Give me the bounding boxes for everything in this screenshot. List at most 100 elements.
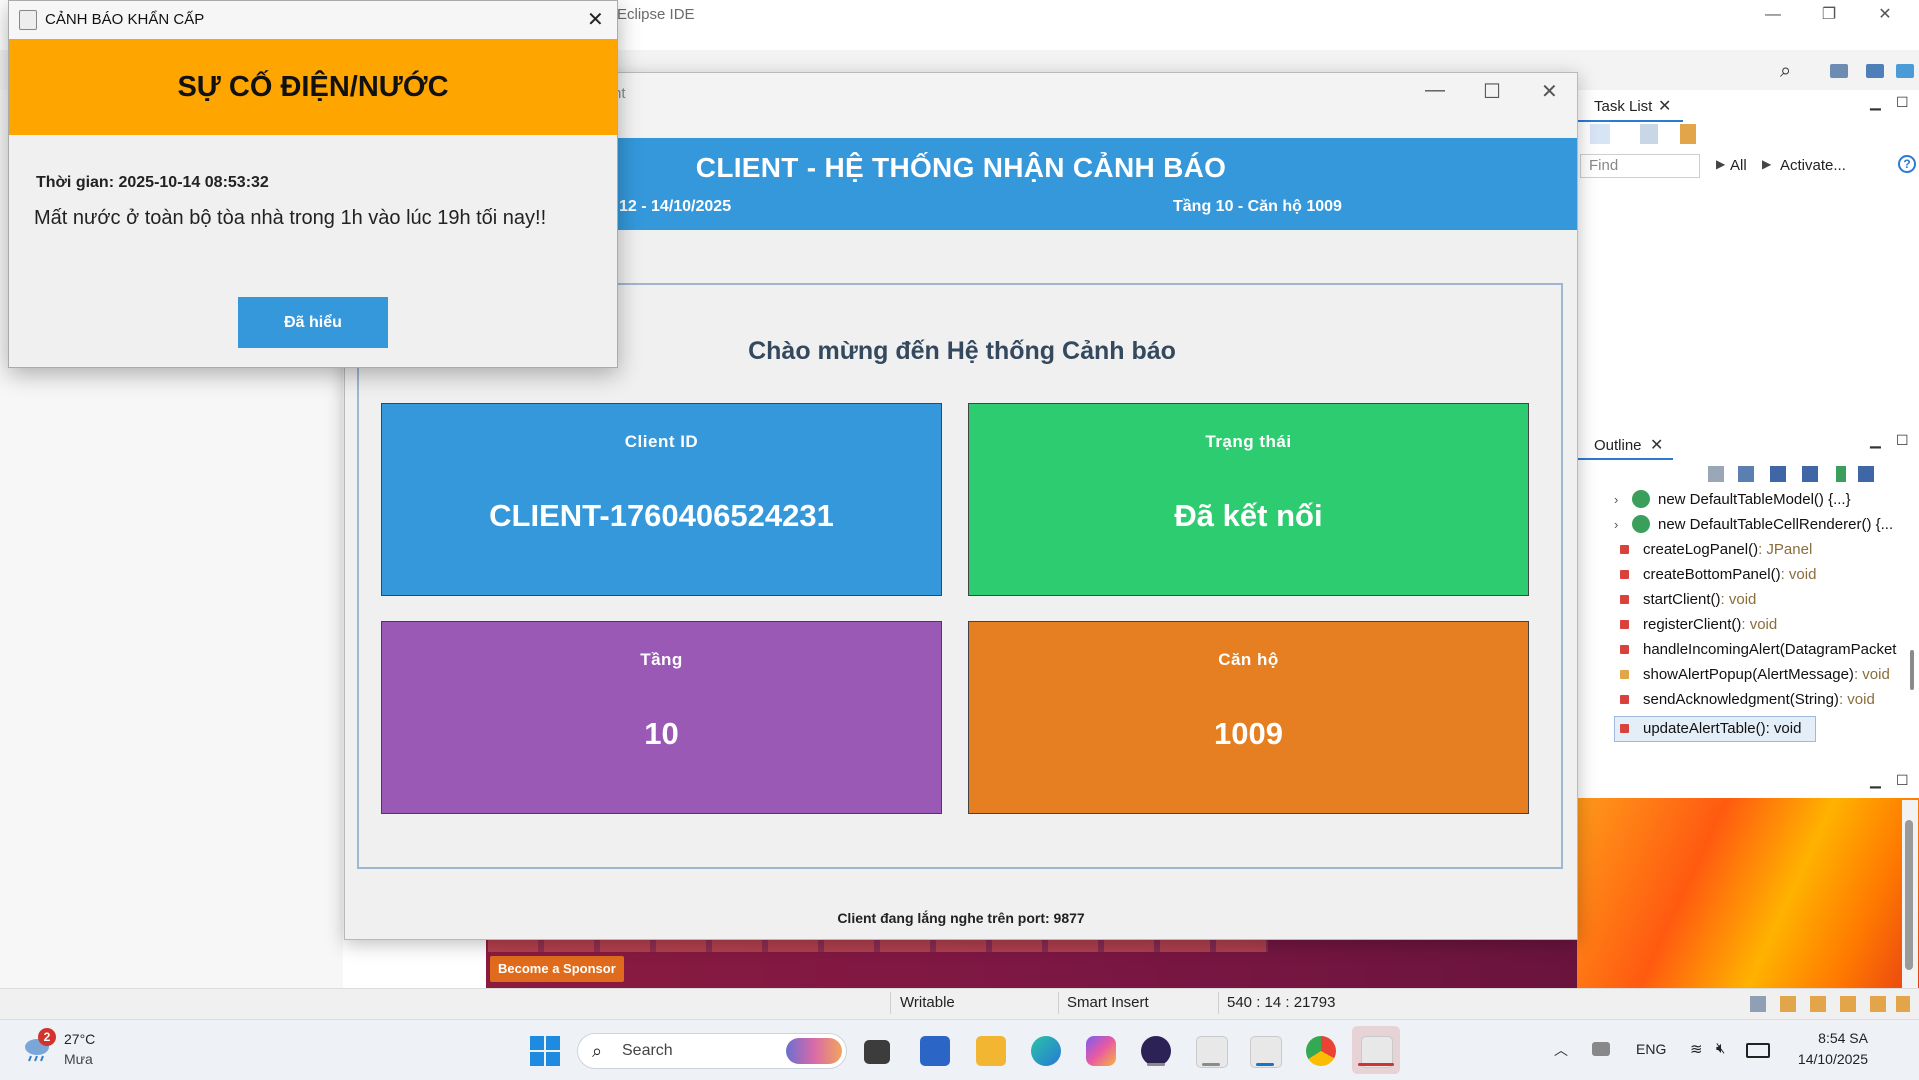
- java-perspective-icon[interactable]: [1866, 64, 1884, 78]
- outline-item[interactable]: startClient() : void: [1620, 587, 1756, 611]
- maximize-view-button[interactable]: ☐: [1896, 94, 1909, 111]
- maximize-view-button[interactable]: ☐: [1896, 432, 1909, 449]
- outline-tab-label: Outline: [1594, 437, 1642, 454]
- status-separator: [890, 992, 891, 1014]
- status-bar: [0, 988, 1919, 1019]
- chevron-up-icon[interactable]: ︿: [1554, 1040, 1568, 1060]
- help-icon[interactable]: ?: [1898, 155, 1916, 173]
- task-list-toolbar: [1590, 124, 1890, 144]
- weather-description[interactable]: Mưa: [64, 1051, 93, 1067]
- card-value: 10: [644, 716, 679, 751]
- client-header-location: Tầng 10 - Căn hộ 1009: [1173, 198, 1342, 215]
- outline-item-return-type: : JPanel: [1758, 540, 1813, 558]
- private-method-icon: [1620, 619, 1629, 629]
- outline-item-label: createBottomPanel(): [1643, 565, 1781, 583]
- outline-item-label: sendAcknowledgment(String): [1643, 690, 1839, 708]
- card-value: Đã kết nối: [1174, 498, 1323, 533]
- clock-time[interactable]: 8:54 SA: [1794, 1030, 1868, 1046]
- private-method-icon: [1620, 544, 1629, 554]
- outline-item[interactable]: handleIncomingAlert(DatagramPacket: [1620, 637, 1896, 661]
- status-card: Trạng thái Đã kết nối: [968, 403, 1529, 596]
- minimize-view-button[interactable]: ▁: [1870, 772, 1881, 789]
- outline-item[interactable]: createBottomPanel() : void: [1620, 562, 1816, 586]
- filter-all-link[interactable]: All: [1730, 157, 1747, 174]
- file-explorer-icon[interactable]: [976, 1036, 1006, 1066]
- outline-item-return-type: : void: [1853, 665, 1890, 683]
- weather-alert-badge: 2: [38, 1028, 56, 1046]
- tray-app-icon[interactable]: [1592, 1042, 1610, 1056]
- apartment-card: Căn hộ 1009: [968, 621, 1529, 814]
- outline-item-selected[interactable]: updateAlertTable() : void: [1620, 716, 1801, 740]
- alert-type-heading: SỰ CỐ ĐIỆN/NƯỚC: [177, 71, 449, 103]
- input-language[interactable]: ENG: [1636, 1041, 1666, 1057]
- debug-perspective-icon[interactable]: [1896, 64, 1914, 78]
- card-label: Căn hộ: [1218, 650, 1279, 669]
- java-alert-indicator: [1358, 1063, 1394, 1066]
- battery-icon[interactable]: [1746, 1043, 1770, 1058]
- eclipse-close-button[interactable]: ✕: [1862, 0, 1908, 30]
- maximize-view-button[interactable]: ☐: [1896, 772, 1909, 789]
- close-icon[interactable]: ✕: [1650, 435, 1663, 455]
- eclipse-icon[interactable]: [1141, 1036, 1171, 1066]
- eclipse-minimize-button[interactable]: —: [1750, 0, 1796, 30]
- status-writable: Writable: [900, 994, 955, 1011]
- client-minimize-button[interactable]: —: [1425, 79, 1445, 102]
- client-maximize-button[interactable]: ☐: [1483, 79, 1501, 104]
- outline-item-label: showAlertPopup(AlertMessage): [1643, 665, 1854, 683]
- outline-item-label: registerClient(): [1643, 615, 1742, 633]
- private-method-icon: [1620, 594, 1629, 604]
- task-view-icon[interactable]: [864, 1040, 890, 1064]
- scrollbar-thumb[interactable]: [1905, 820, 1913, 970]
- chevron-right-icon: ▶: [1762, 157, 1772, 171]
- chrome-icon[interactable]: [1306, 1036, 1336, 1066]
- weather-temperature[interactable]: 27°C: [64, 1031, 95, 1047]
- warning-method-icon: [1620, 669, 1629, 679]
- outline-item[interactable]: registerClient() : void: [1620, 612, 1777, 636]
- copilot-icon[interactable]: [1086, 1036, 1116, 1066]
- store-icon[interactable]: [920, 1036, 950, 1066]
- minimize-view-button[interactable]: ▁: [1870, 432, 1881, 449]
- windows-taskbar: [0, 1019, 1919, 1080]
- minimize-view-button[interactable]: ▁: [1870, 94, 1881, 111]
- outline-scrollbar[interactable]: [1910, 650, 1914, 690]
- chevron-right-icon: ▶: [1716, 157, 1726, 171]
- outline-item[interactable]: › new DefaultTableModel() {...}: [1614, 487, 1851, 511]
- status-separator: [1218, 992, 1219, 1014]
- outline-item[interactable]: showAlertPopup(AlertMessage) : void: [1620, 662, 1890, 686]
- alert-close-button[interactable]: ✕: [587, 7, 604, 32]
- outline-item-label: createLogPanel(): [1643, 540, 1759, 558]
- card-label: Client ID: [624, 432, 699, 451]
- anonymous-class-icon: [1632, 490, 1650, 508]
- outline-item-label: startClient(): [1643, 590, 1721, 608]
- private-method-icon: [1620, 569, 1629, 579]
- wifi-icon[interactable]: ≋: [1690, 1040, 1703, 1058]
- clock-date[interactable]: 14/10/2025: [1788, 1051, 1868, 1067]
- perspective-icon[interactable]: [1830, 64, 1848, 78]
- search-icon[interactable]: ⌕: [1780, 60, 1791, 83]
- close-icon[interactable]: ✕: [1658, 96, 1671, 116]
- activate-link[interactable]: Activate...: [1780, 157, 1846, 174]
- anonymous-class-icon: [1632, 515, 1650, 533]
- volume-muted-icon[interactable]: 🔇︎: [1716, 1040, 1725, 1057]
- windows-start-button[interactable]: [530, 1036, 560, 1066]
- outline-toolbar: [1708, 466, 1888, 482]
- task-list-tab-label: Task List: [1594, 98, 1653, 115]
- outline-item[interactable]: createLogPanel() : JPanel: [1620, 537, 1812, 561]
- private-method-icon: [1620, 723, 1629, 733]
- outline-item-label: new DefaultTableModel() {...}: [1658, 490, 1851, 508]
- outline-item[interactable]: sendAcknowledgment(String) : void: [1620, 687, 1875, 711]
- status-trim-icons: [1750, 996, 1910, 1012]
- become-sponsor-button[interactable]: Become a Sponsor: [490, 956, 624, 982]
- browser-view-background: [1577, 798, 1919, 988]
- eclipse-maximize-button[interactable]: ❐: [1806, 0, 1852, 30]
- edge-icon[interactable]: [1031, 1036, 1061, 1066]
- acknowledge-button[interactable]: Đã hiểu: [238, 297, 388, 348]
- floor-card: Tầng 10: [381, 621, 942, 814]
- status-insert-mode: Smart Insert: [1067, 994, 1149, 1011]
- outline-item[interactable]: › new DefaultTableCellRenderer() {...: [1614, 512, 1893, 536]
- find-input[interactable]: Find: [1580, 154, 1700, 178]
- chevron-right-icon: ›: [1614, 491, 1619, 507]
- client-close-button[interactable]: ✕: [1541, 79, 1558, 104]
- java-app-icon: [19, 10, 37, 30]
- taskbar-search-box[interactable]: ⌕ Search: [577, 1033, 847, 1069]
